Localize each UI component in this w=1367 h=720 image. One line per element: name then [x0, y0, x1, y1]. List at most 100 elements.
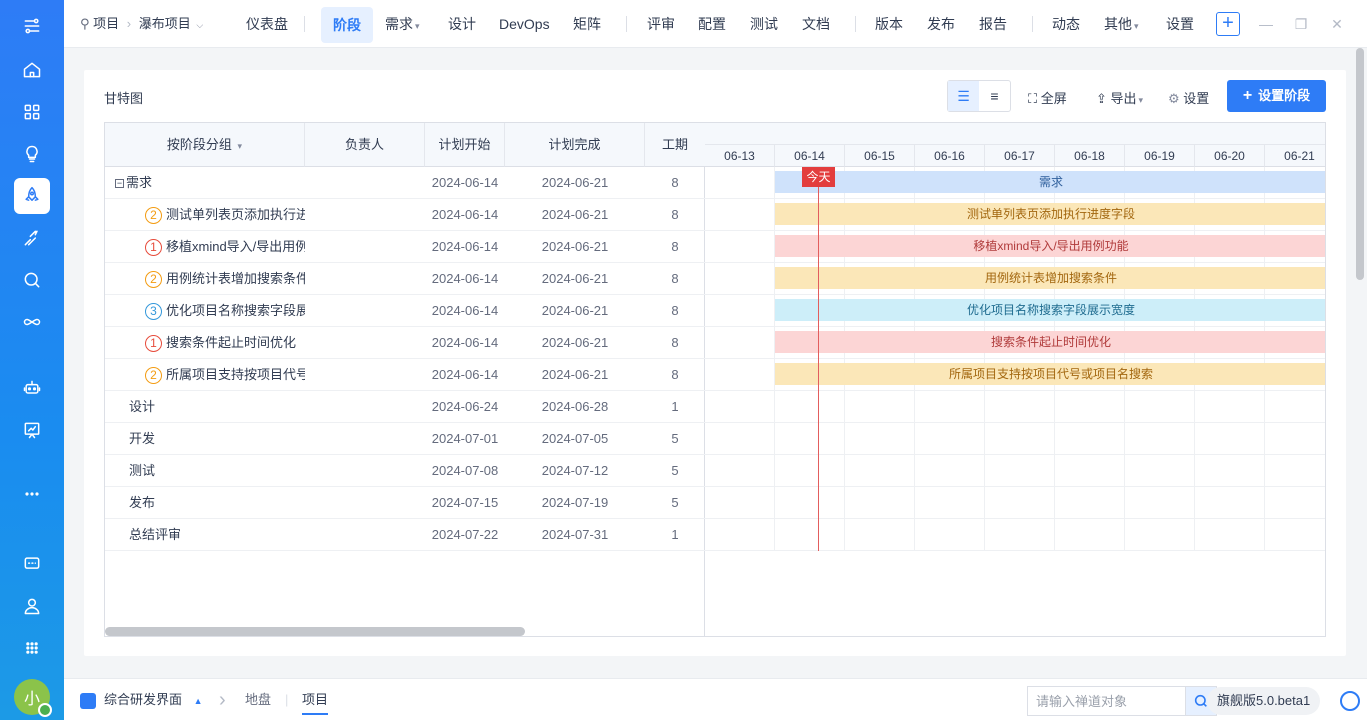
crumb-map[interactable]: 地盘: [245, 679, 271, 720]
nav-design[interactable]: 设计: [448, 0, 476, 48]
header-group[interactable]: 按阶段分组 ▾: [105, 123, 305, 167]
workflow-icon[interactable]: [14, 8, 50, 44]
gantt-row-gridline: [705, 518, 1325, 519]
runner-icon[interactable]: [14, 220, 50, 256]
nav-version[interactable]: 版本: [875, 0, 903, 48]
task-name-cell[interactable]: 1 移植xmind导入/导出用例: [105, 231, 305, 263]
collapse-toggle-icon[interactable]: −: [115, 179, 124, 189]
panel-title: 甘特图: [104, 91, 144, 106]
nav-matrix[interactable]: 矩阵: [573, 0, 601, 48]
nav-docs[interactable]: 文档: [802, 0, 830, 48]
table-row[interactable]: 发布 2024-07-15 2024-07-19 5: [105, 487, 705, 519]
avatar[interactable]: 小: [14, 679, 52, 717]
task-name-cell[interactable]: 开发: [105, 423, 305, 455]
zentao-logo-icon[interactable]: [1340, 679, 1360, 720]
nav-requirements[interactable]: 需求 ▾: [385, 0, 420, 48]
set-phase-button[interactable]: + 设置阶段: [1227, 80, 1326, 112]
end-date-cell: 2024-07-05: [541, 431, 609, 446]
table-row[interactable]: 开发 2024-07-01 2024-07-05 5: [105, 423, 705, 455]
user-icon[interactable]: [14, 588, 50, 624]
table-row[interactable]: 1 移植xmind导入/导出用例 2024-06-14 2024-06-21 8: [105, 231, 705, 263]
gantt-grid: 按阶段分组 ▾ 负责人 计划开始 计划完成 工期 − 需求 2024-06-14 20…: [104, 122, 1326, 637]
gantt-chart: 06-13 06-14 06-15 06-16 06-17 06-18 06-19 06-20…: [705, 123, 1325, 636]
infinity-icon[interactable]: [14, 304, 50, 340]
table-row[interactable]: 测试 2024-07-08 2024-07-12 5: [105, 455, 705, 487]
table-row[interactable]: 2 测试单列表页添加执行进 2024-06-14 2024-06-21 8: [105, 199, 705, 231]
gantt-bar[interactable]: 测试单列表页添加执行进度字段: [775, 203, 1325, 225]
nav-other[interactable]: 其他 ▾: [1104, 0, 1139, 48]
chat-icon[interactable]: [14, 546, 50, 582]
bulb-icon[interactable]: [14, 136, 50, 172]
nav-dashboard[interactable]: 仪表盘: [246, 0, 288, 48]
task-name: 设计: [129, 399, 156, 414]
task-name-cell[interactable]: 测试: [105, 455, 305, 487]
chevron-right-icon: ›: [219, 689, 226, 711]
task-name-cell[interactable]: 3 优化项目名称搜索字段展: [105, 295, 305, 327]
version-badge[interactable]: 旗舰版5.0.beta1: [1207, 687, 1321, 715]
qa-search-icon[interactable]: [14, 262, 50, 298]
gantt-bar[interactable]: 搜索条件起止时间优化: [775, 331, 1325, 353]
more-icon[interactable]: [14, 476, 50, 512]
caret-down-icon: ▾: [237, 141, 243, 151]
gantt-day-label: 06-16: [915, 145, 985, 167]
add-button[interactable]: +: [1216, 12, 1240, 36]
header-start: 计划开始: [425, 123, 505, 167]
fullscreen-button[interactable]: ⛶ 全屏: [1028, 88, 1067, 107]
project-switcher[interactable]: ⚲ 项目 › 瀑布项目 ⌵: [80, 0, 203, 48]
task-name-cell[interactable]: 2 用例统计表增加搜索条件: [105, 263, 305, 295]
bottom-bar: 综合研发界面 ▲ › 地盘 | 项目 旗舰版5.0.beta1: [64, 678, 1367, 720]
minimize-icon[interactable]: —: [1256, 14, 1276, 34]
close-icon[interactable]: ✕: [1327, 14, 1347, 34]
task-name-cell[interactable]: 设计: [105, 391, 305, 423]
table-row[interactable]: 3 优化项目名称搜索字段展 2024-06-14 2024-06-21 8: [105, 295, 705, 327]
gantt-bar[interactable]: 所属项目支持按项目代号或项目名搜索: [775, 363, 1325, 385]
report-icon[interactable]: [14, 412, 50, 448]
gantt-bar[interactable]: 移植xmind导入/导出用例功能: [775, 235, 1325, 257]
task-name-cell[interactable]: 发布: [105, 487, 305, 519]
table-row[interactable]: 1 搜索条件起止时间优化 2024-06-14 2024-06-21 8: [105, 327, 705, 359]
table-row[interactable]: 设计 2024-06-24 2024-06-28 1: [105, 391, 705, 423]
gantt-day-label: 06-13: [705, 145, 775, 167]
nav-release[interactable]: 发布: [927, 0, 955, 48]
nav-phase[interactable]: 阶段: [321, 7, 373, 43]
gantt-row-gridline: [705, 198, 1325, 199]
vertical-scrollbar[interactable]: [1356, 48, 1364, 280]
nav-settings[interactable]: 设置: [1166, 0, 1194, 48]
task-name: 用例统计表增加搜索条件: [166, 271, 305, 286]
task-name-cell[interactable]: 2 所属项目支持按项目代号: [105, 359, 305, 391]
table-row[interactable]: 总结评审 2024-07-22 2024-07-31 1: [105, 519, 705, 551]
task-name-cell[interactable]: − 需求: [105, 167, 305, 199]
rocket-icon[interactable]: [14, 178, 50, 214]
grid-icon[interactable]: [14, 94, 50, 130]
list-view-icon[interactable]: ≡: [979, 81, 1010, 111]
search-input[interactable]: [1027, 686, 1185, 716]
end-date-cell: 2024-06-28: [541, 399, 609, 414]
restore-icon[interactable]: ❐: [1291, 14, 1311, 34]
gantt-bar[interactable]: 需求: [775, 171, 1325, 193]
gantt-bar[interactable]: 优化项目名称搜索字段展示宽度: [775, 299, 1325, 321]
workspace-switcher[interactable]: 综合研发界面 ▲: [80, 679, 203, 720]
crumb-project[interactable]: 项目: [302, 679, 329, 715]
gantt-bar[interactable]: 用例统计表增加搜索条件: [775, 267, 1325, 289]
nav-config[interactable]: 配置: [698, 0, 726, 48]
gantt-row-gridline: [705, 454, 1325, 455]
nav-devops[interactable]: DevOps: [499, 0, 550, 48]
task-name: 测试单列表页添加执行进: [166, 207, 305, 222]
nav-activity[interactable]: 动态: [1052, 0, 1080, 48]
table-row[interactable]: − 需求 2024-06-14 2024-06-21 8: [105, 167, 705, 199]
task-name-cell[interactable]: 2 测试单列表页添加执行进: [105, 199, 305, 231]
robot-icon[interactable]: [14, 370, 50, 406]
nav-test[interactable]: 测试: [750, 0, 778, 48]
table-row[interactable]: 2 所属项目支持按项目代号 2024-06-14 2024-06-21 8: [105, 359, 705, 391]
gantt-view-icon[interactable]: ☰: [948, 81, 979, 111]
task-name-cell[interactable]: 总结评审: [105, 519, 305, 551]
export-button[interactable]: ⇪ 导出 ▾: [1096, 88, 1143, 107]
home-icon[interactable]: [14, 52, 50, 88]
settings-button[interactable]: ⚙ 设置: [1168, 88, 1209, 107]
nav-review[interactable]: 评审: [647, 0, 675, 48]
table-row[interactable]: 2 用例统计表增加搜索条件 2024-06-14 2024-06-21 8: [105, 263, 705, 295]
horizontal-scrollbar[interactable]: [105, 627, 525, 636]
task-name-cell[interactable]: 1 搜索条件起止时间优化: [105, 327, 305, 359]
apps-icon[interactable]: [14, 630, 50, 666]
nav-report[interactable]: 报告: [979, 0, 1007, 48]
